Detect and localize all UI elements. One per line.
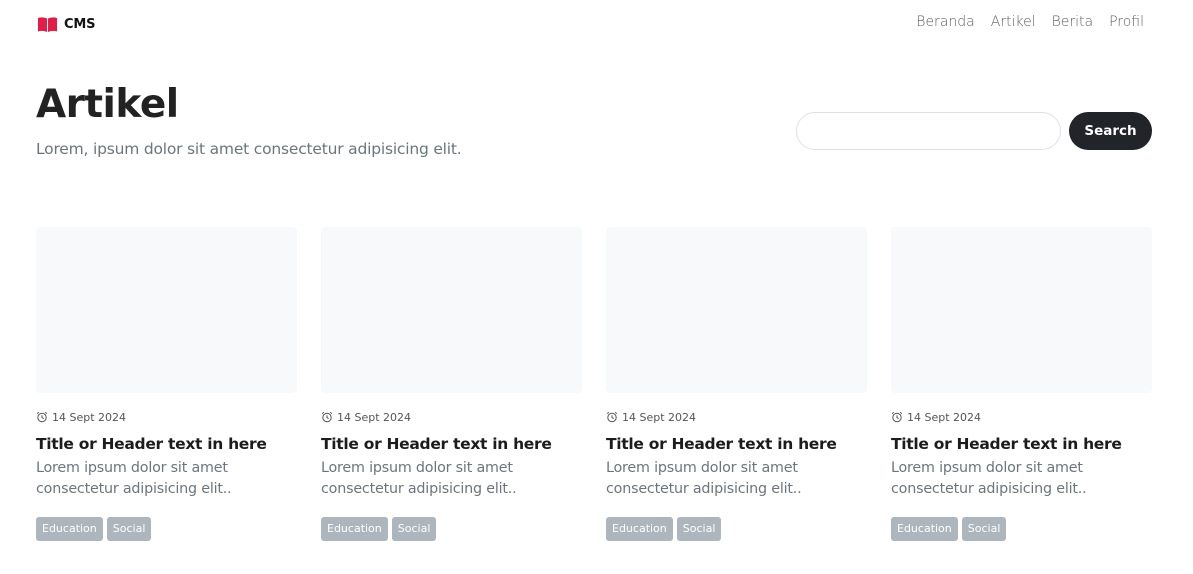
search-input[interactable] — [796, 112, 1061, 150]
tag-social[interactable]: Social — [961, 517, 1007, 541]
alarm-clock-icon — [36, 411, 48, 423]
card-tags: Education Social — [606, 517, 722, 541]
card-title[interactable]: Title or Header text in here — [891, 435, 1152, 453]
brand-link[interactable]: CMS — [37, 14, 95, 34]
brand-name: CMS — [64, 16, 96, 32]
article-list: 14 Sept 2024 Title or Header text in her… — [36, 227, 1152, 557]
card-date: 14 Sept 2024 — [891, 409, 981, 425]
card-title[interactable]: Title or Header text in here — [606, 435, 867, 453]
card-date-text: 14 Sept 2024 — [622, 410, 697, 424]
card-tags: Education Social — [891, 517, 1007, 541]
nav-link-artikel[interactable]: Artikel — [991, 14, 1036, 30]
nav-link-beranda[interactable]: Beranda — [916, 14, 974, 30]
navbar: CMS Beranda Artikel Berita Profil — [0, 0, 1193, 48]
tag-social[interactable]: Social — [676, 517, 722, 541]
alarm-clock-icon — [606, 411, 618, 423]
nav-link-berita[interactable]: Berita — [1052, 14, 1094, 30]
page-subtitle: Lorem, ipsum dolor sit amet consectetur … — [36, 140, 462, 158]
article-card[interactable]: 14 Sept 2024 Title or Header text in her… — [606, 227, 867, 557]
tag-social[interactable]: Social — [391, 517, 437, 541]
card-date-text: 14 Sept 2024 — [337, 410, 412, 424]
article-card[interactable]: 14 Sept 2024 Title or Header text in her… — [36, 227, 297, 557]
card-date: 14 Sept 2024 — [606, 409, 696, 425]
nav-links: Beranda Artikel Berita Profil — [916, 14, 1144, 30]
card-excerpt: Lorem ipsum dolor sit amet consectetur a… — [36, 460, 232, 497]
alarm-clock-icon — [891, 411, 903, 423]
open-book-icon — [38, 16, 57, 32]
card-image-placeholder — [606, 227, 867, 393]
card-image-placeholder — [36, 227, 297, 393]
page-title: Artikel — [36, 82, 179, 127]
article-card[interactable]: 14 Sept 2024 Title or Header text in her… — [891, 227, 1152, 557]
card-date-text: 14 Sept 2024 — [52, 410, 127, 424]
card-image-placeholder — [321, 227, 582, 393]
tag-education[interactable]: Education — [891, 517, 958, 541]
card-excerpt: Lorem ipsum dolor sit amet consectetur a… — [606, 460, 802, 497]
alarm-clock-icon — [321, 411, 333, 423]
tag-education[interactable]: Education — [36, 517, 103, 541]
card-title[interactable]: Title or Header text in here — [36, 435, 297, 453]
card-date: 14 Sept 2024 — [36, 409, 126, 425]
tag-education[interactable]: Education — [606, 517, 673, 541]
card-tags: Education Social — [321, 517, 437, 541]
card-excerpt: Lorem ipsum dolor sit amet consectetur a… — [321, 460, 517, 497]
card-excerpt: Lorem ipsum dolor sit amet consectetur a… — [891, 460, 1087, 497]
card-date: 14 Sept 2024 — [321, 409, 411, 425]
card-image-placeholder — [891, 227, 1152, 393]
card-tags: Education Social — [36, 517, 152, 541]
tag-education[interactable]: Education — [321, 517, 388, 541]
tag-social[interactable]: Social — [106, 517, 152, 541]
card-date-text: 14 Sept 2024 — [907, 410, 982, 424]
article-card[interactable]: 14 Sept 2024 Title or Header text in her… — [321, 227, 582, 557]
nav-link-profil[interactable]: Profil — [1109, 14, 1144, 30]
search-button[interactable]: Search — [1069, 112, 1152, 150]
card-title[interactable]: Title or Header text in here — [321, 435, 582, 453]
